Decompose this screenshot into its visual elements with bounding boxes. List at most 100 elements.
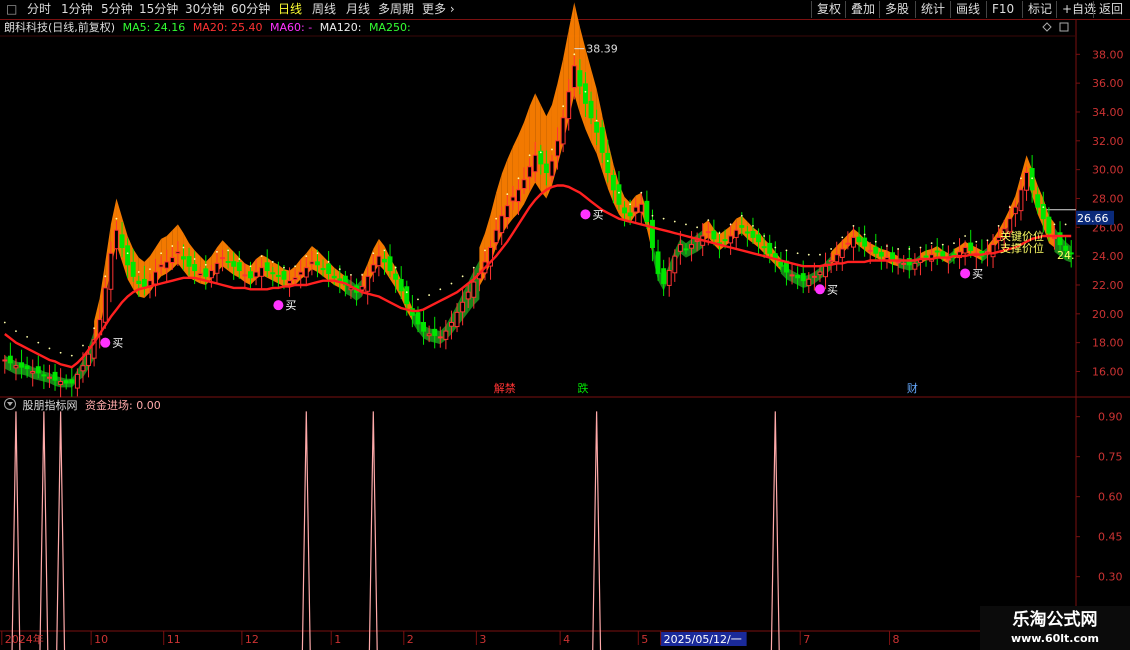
x-tick-label: 12 [245,633,259,646]
trail-dot [350,273,352,276]
x-axis: 2024年 10 11 12 1 2 3 4 5 2025/05/12/一 7 8 [1,631,900,646]
candle-body [610,174,616,191]
candle-body [287,280,292,285]
band-segment [512,135,519,219]
trail-dot [886,245,888,247]
candle-body [102,287,108,323]
candle-body [331,275,337,279]
candle-body [1012,206,1018,215]
candle-body [722,239,728,242]
diamond-icon[interactable] [1042,22,1052,32]
trail-dot [551,148,553,151]
candle-body [192,264,198,272]
trail-dot [450,282,453,285]
x-tick-label: 2024年 [5,632,44,646]
trail-dot [338,268,341,271]
trail-dot [283,266,285,269]
candle-body [945,258,951,261]
candle-body [555,140,560,157]
band-segment [311,246,318,273]
candle-body [443,330,449,340]
trail-dot [93,327,96,330]
buy-signal-label: 买 [285,299,296,312]
trail-dot [394,266,397,269]
trail-dot [930,242,933,245]
candle-body [454,311,460,328]
buy-signal-dot [580,209,591,220]
support-price-label: 支撑价位 [1000,241,1044,255]
trail-dot [461,275,464,278]
trail-dot [685,223,687,226]
trail-dot [193,258,196,260]
price-y-tick-label: 38.00 [1092,48,1124,61]
chart-canvas[interactable]: 38.0036.0034.0032.0030.0028.0026.0024.00… [0,0,1130,650]
price-y-tick-label: 34.00 [1092,106,1124,119]
candle-body [823,265,828,278]
candle-body [119,234,125,248]
candle-body [532,154,538,173]
trail-dot [953,242,955,245]
expand-icon[interactable] [1059,22,1069,32]
candle-body [588,100,594,119]
candle-body [644,200,650,223]
candle-body [1046,216,1052,234]
watermark-url: www.60lt.com [1010,632,1100,645]
candle-body [761,246,767,249]
candle-body [153,271,158,285]
candle-body [136,280,142,285]
current-price-label: 26.66 [1077,212,1109,225]
candle-body [1057,232,1063,246]
candle-body [30,370,36,374]
candle-body [158,264,164,268]
candle-body [510,196,516,202]
trail-dot [640,191,643,194]
candle-body [666,270,672,286]
candle-body [806,278,812,287]
buy-signal-dot [960,268,971,279]
event-marker-label: 财 [907,381,918,395]
candle-body [951,253,957,256]
candle-body [231,261,237,267]
candle-body [58,381,64,385]
trail-dot [472,266,475,269]
trail-dot [740,214,743,217]
trail-dot [271,261,274,263]
x-tick-label: 10 [94,633,108,646]
candle-body [114,229,119,250]
trail-dot [126,252,129,255]
indicator-spike [770,411,780,650]
candle-body [599,127,605,153]
band-segment [546,104,552,199]
trail-dot [383,249,386,252]
candle-body [677,244,683,252]
trail-dot [327,261,330,263]
trail-dot [26,335,29,338]
price-y-tick-label: 18.00 [1092,337,1124,350]
trail-dot [316,252,319,255]
candle-body [962,246,968,254]
candle-body [13,365,19,369]
indicator-spike [39,411,49,650]
band-segment [138,257,145,298]
x-tick-label: 4 [563,633,570,646]
price-y-tick-label: 30.00 [1092,164,1124,177]
x-tick-label: 1 [334,633,341,646]
candle-body [320,268,326,271]
candle-body [811,275,817,278]
buy-signal-dot [273,300,284,311]
candle-body [415,312,421,325]
candle-body [35,366,41,374]
indicator-spike [56,411,66,650]
candle-body [465,291,471,300]
trail-dot [774,246,777,249]
trail-dot [1008,206,1011,209]
x-tick-label: 2025/05/12/一 [664,633,742,646]
trail-dot [662,217,665,220]
trail-dot [182,246,185,249]
buy-signal-dot [814,284,825,295]
buy-signal-dot [100,337,111,348]
candle-body [516,189,521,203]
trail-dot [651,214,654,217]
trail-dot [986,239,989,242]
candle-body [69,379,75,384]
